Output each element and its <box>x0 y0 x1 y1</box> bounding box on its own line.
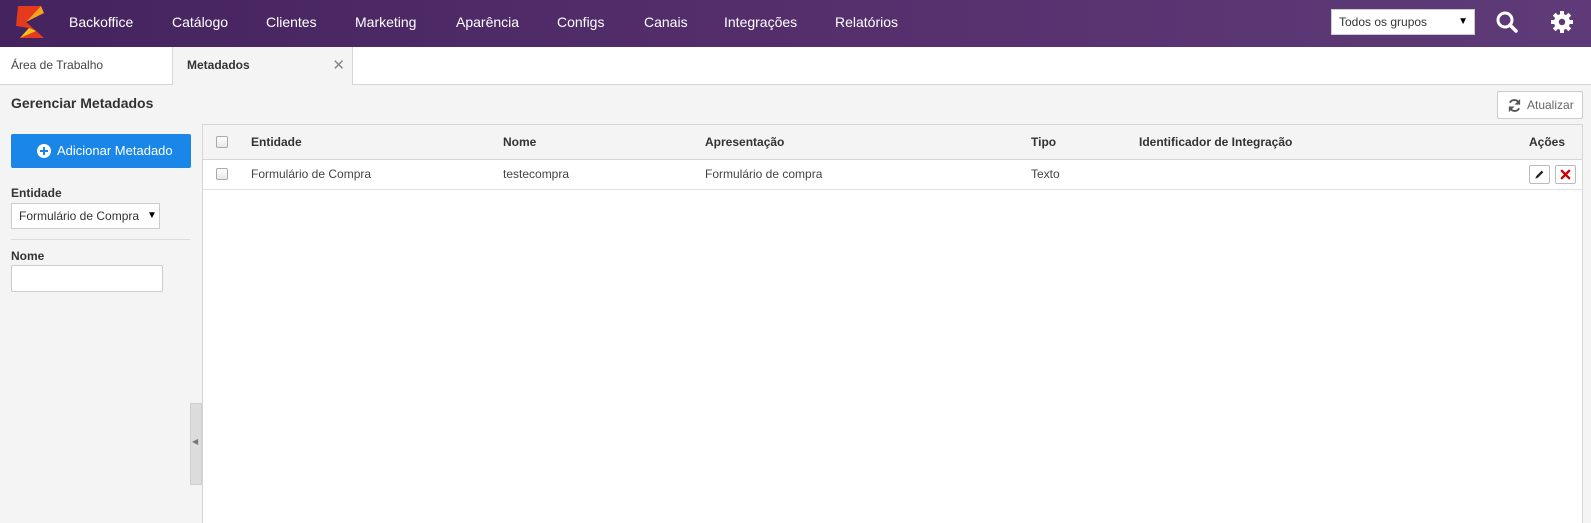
plus-circle-icon <box>37 144 51 158</box>
cell-nome: testecompra <box>503 167 570 181</box>
nav-marketing[interactable]: Marketing <box>355 0 416 45</box>
nav-canais[interactable]: Canais <box>644 0 688 45</box>
edit-button[interactable] <box>1529 165 1550 184</box>
refresh-button[interactable]: Atualizar <box>1497 91 1583 119</box>
table-row[interactable]: Formulário de Compra testecompra Formulá… <box>203 160 1582 190</box>
name-filter-label: Nome <box>11 249 45 263</box>
entity-filter-value: Formulário de Compra <box>19 209 140 223</box>
add-metadata-button[interactable]: Adicionar Metadado <box>11 134 191 168</box>
nav-integracoes[interactable]: Integrações <box>724 0 797 45</box>
cell-apresentacao: Formulário de compra <box>705 167 823 181</box>
pencil-icon <box>1535 170 1544 179</box>
column-header-entidade[interactable]: Entidade <box>251 125 302 159</box>
group-select-value: Todos os grupos <box>1339 15 1428 29</box>
search-icon[interactable] <box>1495 10 1519 34</box>
chevron-down-icon: ▼ <box>145 204 159 228</box>
delete-button[interactable] <box>1555 165 1576 184</box>
page-title: Gerenciar Metadados <box>11 95 154 111</box>
tab-area-de-trabalho[interactable]: Área de Trabalho <box>0 47 172 85</box>
row-checkbox[interactable] <box>216 168 228 180</box>
chevron-left-icon: ◀ <box>192 437 199 446</box>
tab-metadados-label: Metadados <box>187 58 250 72</box>
nav-clientes[interactable]: Clientes <box>266 0 317 45</box>
table-header: Entidade Nome Apresentação Tipo Identifi… <box>203 125 1582 160</box>
group-select[interactable]: Todos os grupos ▼ <box>1331 9 1475 35</box>
nav-catalogo[interactable]: Catálogo <box>172 0 228 45</box>
select-all-checkbox[interactable] <box>216 136 228 148</box>
refresh-label: Atualizar <box>1527 98 1574 112</box>
column-header-identificador[interactable]: Identificador de Integração <box>1139 125 1292 159</box>
column-header-acoes: Ações <box>1529 135 1566 149</box>
add-metadata-label: Adicionar Metadado <box>57 143 173 158</box>
nav-configs[interactable]: Configs <box>557 0 604 45</box>
cell-entidade: Formulário de Compra <box>251 167 372 181</box>
name-filter-input[interactable] <box>11 265 163 292</box>
column-header-tipo[interactable]: Tipo <box>1031 125 1056 159</box>
divider <box>11 239 190 240</box>
entity-filter-label: Entidade <box>11 186 62 200</box>
delete-icon <box>1560 169 1571 180</box>
logo[interactable] <box>14 4 48 40</box>
tab-bar: Área de Trabalho Metadados ✕ <box>0 47 1591 86</box>
chevron-down-icon: ▼ <box>1458 16 1468 27</box>
close-icon[interactable]: ✕ <box>332 47 345 84</box>
metadata-table: Entidade Nome Apresentação Tipo Identifi… <box>202 124 1583 523</box>
cell-tipo: Texto <box>1031 167 1060 181</box>
tab-metadados[interactable]: Metadados ✕ <box>172 47 353 86</box>
nav-aparencia[interactable]: Aparência <box>456 0 519 45</box>
column-header-nome[interactable]: Nome <box>503 125 536 159</box>
top-navbar: Backoffice Catálogo Clientes Marketing A… <box>0 0 1591 47</box>
nav-relatorios[interactable]: Relatórios <box>835 0 898 45</box>
gear-icon[interactable] <box>1550 10 1574 34</box>
refresh-icon <box>1508 98 1521 113</box>
sidebar-collapse-handle[interactable]: ◀ <box>190 403 202 485</box>
nav-backoffice[interactable]: Backoffice <box>69 0 133 45</box>
entity-filter-select[interactable]: Formulário de Compra ▼ <box>11 203 160 229</box>
column-header-apresentacao[interactable]: Apresentação <box>705 125 784 159</box>
